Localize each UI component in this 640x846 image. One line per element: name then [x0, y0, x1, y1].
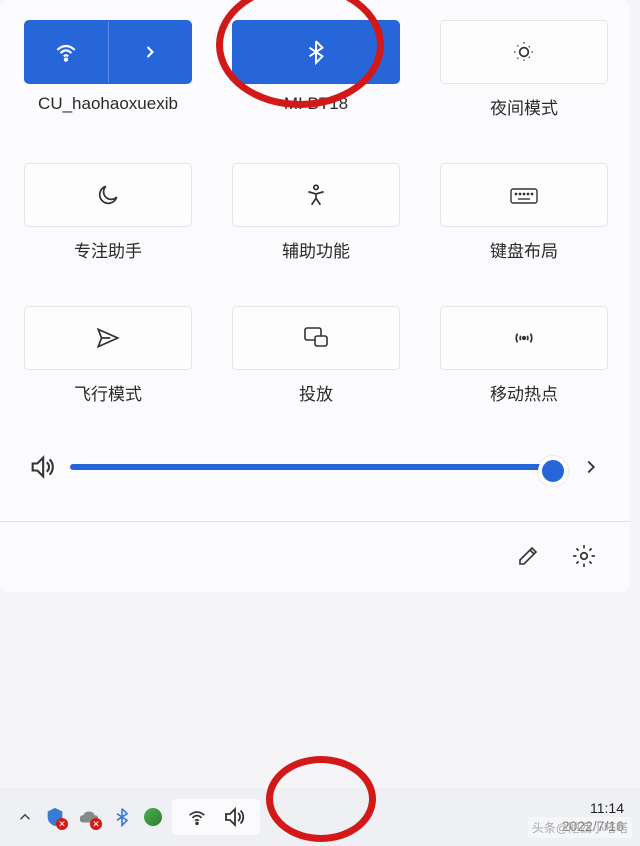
wifi-icon — [186, 806, 208, 828]
wifi-tile[interactable] — [24, 20, 192, 84]
tile-wifi-wrap: CU_haohaoxuexib — [24, 20, 192, 119]
wifi-icon — [53, 39, 79, 65]
cast-icon — [302, 325, 330, 351]
spacer — [24, 274, 608, 294]
error-badge-icon: ✕ — [90, 818, 102, 830]
wifi-toggle[interactable] — [25, 21, 109, 83]
moon-icon — [95, 182, 121, 208]
tile-nightlight-wrap: 夜间模式 — [440, 20, 608, 119]
tray-icons: ✕ ✕ — [44, 806, 162, 828]
settings-button[interactable] — [566, 538, 602, 574]
hotspot-icon — [510, 325, 538, 351]
wifi-expand[interactable] — [109, 21, 192, 83]
nightlight-tile[interactable] — [440, 20, 608, 84]
pencil-icon — [516, 544, 540, 568]
volume-slider[interactable] — [70, 464, 566, 470]
volume-row — [24, 445, 606, 501]
accessibility-tile[interactable] — [232, 163, 400, 227]
tile-bluetooth-wrap: MI BT18 — [232, 20, 400, 119]
tile-hotspot-wrap: 移动热点 — [440, 306, 608, 405]
nightlight-label: 夜间模式 — [490, 94, 558, 119]
brightness-icon — [511, 39, 537, 65]
bluetooth-tray-icon[interactable] — [112, 807, 132, 827]
volume-expand-icon[interactable] — [580, 456, 602, 478]
airplane-label: 飞行模式 — [74, 380, 142, 405]
watermark: 头条@陋西小嗒嗒 — [528, 817, 632, 838]
edit-button[interactable] — [510, 538, 546, 574]
hotspot-label: 移动热点 — [490, 380, 558, 405]
quick-settings-panel: CU_haohaoxuexib MI BT18 夜间模式 专注助手 — [0, 0, 630, 592]
tile-keyboard-wrap: 键盘布局 — [440, 163, 608, 262]
focus-label: 专注助手 — [74, 237, 142, 262]
clock-time: 11:14 — [562, 799, 624, 817]
panel-footer — [24, 532, 606, 580]
gear-icon — [571, 543, 597, 569]
airplane-icon — [95, 325, 121, 351]
accessibility-icon — [303, 182, 329, 208]
onedrive-tray-icon[interactable]: ✕ — [78, 806, 100, 828]
tile-accessibility-wrap: 辅助功能 — [232, 163, 400, 262]
tiles-grid: CU_haohaoxuexib MI BT18 夜间模式 专注助手 — [24, 20, 606, 405]
network-volume-tray[interactable] — [172, 799, 260, 835]
volume-icon[interactable] — [28, 453, 56, 481]
tray-overflow-button[interactable] — [16, 808, 34, 826]
keyboard-icon — [509, 183, 539, 207]
keyboard-label: 键盘布局 — [490, 237, 558, 262]
bluetooth-label: MI BT18 — [284, 94, 348, 114]
hotspot-tile[interactable] — [440, 306, 608, 370]
security-tray-icon[interactable]: ✕ — [44, 806, 66, 828]
tile-cast-wrap: 投放 — [232, 306, 400, 405]
app-tray-icon[interactable] — [144, 808, 162, 826]
tile-airplane-wrap: 飞行模式 — [24, 306, 192, 405]
accessibility-label: 辅助功能 — [282, 237, 350, 262]
volume-icon — [222, 805, 246, 829]
chevron-right-icon — [140, 42, 160, 62]
wifi-label: CU_haohaoxuexib — [38, 94, 178, 114]
bluetooth-tile[interactable] — [232, 20, 400, 84]
divider — [0, 521, 630, 522]
spacer — [24, 131, 608, 151]
cast-tile[interactable] — [232, 306, 400, 370]
airplane-tile[interactable] — [24, 306, 192, 370]
cast-label: 投放 — [299, 380, 333, 405]
bluetooth-icon — [303, 39, 329, 65]
keyboard-tile[interactable] — [440, 163, 608, 227]
tile-focus-wrap: 专注助手 — [24, 163, 192, 262]
error-badge-icon: ✕ — [56, 818, 68, 830]
focus-tile[interactable] — [24, 163, 192, 227]
